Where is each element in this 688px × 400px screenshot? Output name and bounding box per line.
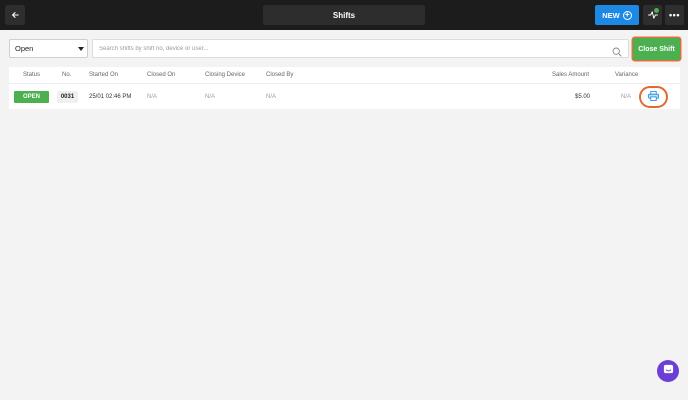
print-button[interactable] (639, 86, 668, 108)
closed-on-cell: N/A (147, 94, 158, 100)
status-filter-value: Open (15, 44, 34, 53)
back-button[interactable] (5, 5, 25, 25)
top-bar: Shifts NEW + ••• (0, 0, 688, 30)
printer-icon (648, 91, 659, 103)
column-header-no: No. (62, 72, 72, 78)
column-header-closed-by: Closed By (266, 72, 294, 78)
column-header-status: Status (23, 72, 41, 78)
more-button[interactable]: ••• (665, 5, 684, 25)
plus-circle-icon: + (622, 10, 632, 20)
page-title: Shifts (263, 5, 425, 25)
search-input[interactable] (99, 45, 599, 52)
search-icon[interactable] (612, 44, 622, 62)
started-on-cell: 25/01 02:46 PM (89, 94, 132, 100)
new-button-label: NEW (602, 10, 620, 20)
closing-device-cell: N/A (205, 94, 216, 100)
arrow-left-icon (11, 6, 19, 24)
table-row[interactable]: OPEN 0031 25/01 02:46 PM N/A N/A N/A $5.… (9, 86, 680, 108)
shift-number: 0031 (57, 91, 78, 103)
chat-launcher-button[interactable] (657, 360, 679, 382)
ellipsis-icon: ••• (669, 10, 680, 20)
status-filter-select[interactable]: Open (9, 39, 88, 58)
activity-button[interactable] (643, 5, 662, 25)
chat-icon (663, 362, 674, 380)
new-button[interactable]: NEW + (595, 5, 639, 25)
closed-by-cell: N/A (266, 94, 277, 100)
sales-amount-cell: $5.00 (575, 94, 591, 100)
search-box (92, 39, 629, 58)
chevron-down-icon (78, 44, 84, 53)
table-header: Status No. Started On Closed On Closing … (9, 67, 680, 84)
variance-cell: N/A (621, 94, 632, 100)
shifts-table: Status No. Started On Closed On Closing … (9, 67, 680, 109)
close-shift-button[interactable]: Close Shift (633, 38, 680, 60)
column-header-started-on: Started On (89, 72, 119, 78)
column-header-variance: Variance (615, 72, 639, 78)
column-header-closed-on: Closed On (147, 72, 176, 78)
status-dot (654, 8, 659, 13)
column-header-sales-amount: Sales Amount (552, 72, 590, 78)
status-badge: OPEN (14, 91, 49, 103)
column-header-closing-device: Closing Device (205, 72, 246, 78)
